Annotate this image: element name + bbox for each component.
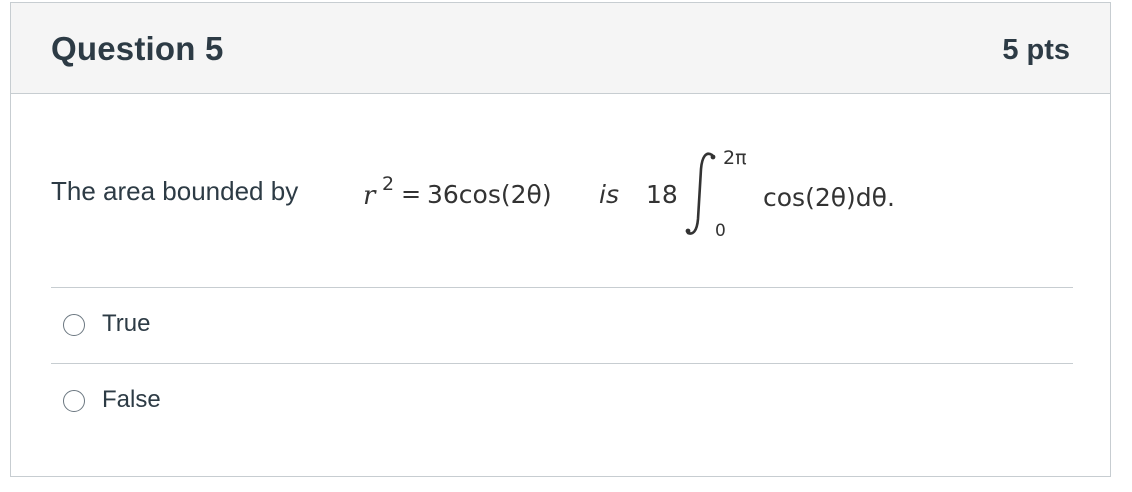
equation-equals-sign: = bbox=[401, 180, 422, 208]
question-points: 5 pts bbox=[1002, 34, 1070, 66]
answer-option-true[interactable]: True bbox=[51, 288, 1073, 362]
radio-button-false[interactable] bbox=[63, 390, 85, 412]
integral-upper-limit: 2π bbox=[723, 147, 747, 169]
equation-r-exponent: 2 bbox=[382, 173, 395, 195]
question-card: Question 5 5 pts The area bounded by r 2… bbox=[10, 2, 1111, 477]
equation-coefficient: 18 bbox=[646, 180, 678, 209]
question-header: Question 5 5 pts bbox=[11, 3, 1110, 94]
answer-label-false[interactable]: False bbox=[102, 386, 161, 414]
equation-r-variable: r bbox=[363, 181, 376, 211]
radio-button-true[interactable] bbox=[63, 314, 85, 336]
equation-integrand: cos(2θ)dθ. bbox=[763, 183, 895, 212]
question-text: The area bounded by r 2 = 36cos(2θ) is 1… bbox=[51, 143, 1071, 243]
integral-lower-limit: 0 bbox=[715, 221, 726, 241]
answer-label-true[interactable]: True bbox=[102, 310, 150, 338]
answer-option-false[interactable]: False bbox=[51, 364, 1073, 438]
equation-right-hand-side: 36cos(2θ) bbox=[427, 180, 552, 209]
question-title: Question 5 bbox=[51, 30, 224, 67]
question-prefix-text: The area bounded by bbox=[51, 176, 299, 206]
equation-is-word: is bbox=[599, 180, 619, 209]
